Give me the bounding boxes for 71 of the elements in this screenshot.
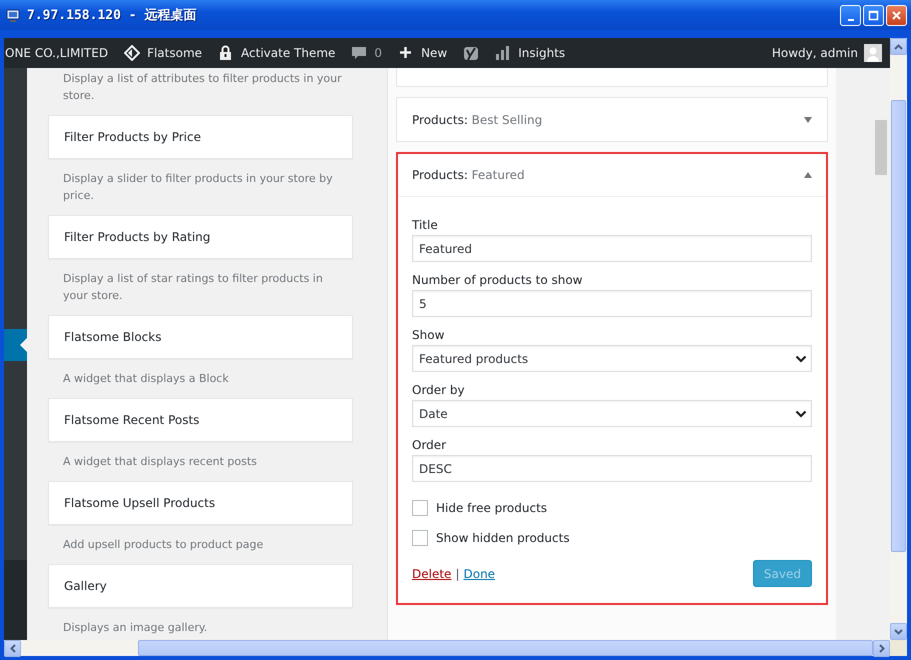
toolbar-item[interactable]: New <box>390 38 456 68</box>
toolbar-item[interactable]: 0 <box>343 38 390 68</box>
caret-icon <box>894 42 903 50</box>
scroll-right-button[interactable] <box>873 640 890 657</box>
widget-description: Add upsell products to product page <box>62 537 264 553</box>
scrollbar-thumb[interactable] <box>875 120 887 175</box>
account-menu[interactable]: Howdy, admin <box>764 38 890 68</box>
horizontal-scrollbar[interactable] <box>4 640 890 656</box>
field-label: Title <box>412 217 439 233</box>
badge-icon <box>463 45 480 61</box>
chevron-down-icon <box>795 410 807 418</box>
delete-link[interactable]: Delete <box>412 566 452 580</box>
chevron-down-icon <box>795 354 807 362</box>
window-title: 7.97.158.120 - 远程桌面 <box>27 7 198 24</box>
caret-icon[interactable] <box>804 116 812 122</box>
avatar-icon <box>864 44 882 62</box>
text-field[interactable]: Featured <box>412 235 812 262</box>
widget-card[interactable]: Flatsome Upsell Products <box>48 481 353 525</box>
toolbar-item[interactable]: Insights <box>487 38 574 68</box>
widget-description: A widget that displays a Block <box>62 371 230 387</box>
separator: | <box>455 566 460 580</box>
toolbar-item[interactable]: Flatsome <box>116 38 210 68</box>
close-icon <box>891 10 902 20</box>
checkbox-label: Hide free products <box>436 501 548 515</box>
field-label: Order <box>412 437 448 453</box>
speech-bubble-icon <box>351 45 368 61</box>
bar-chart-icon <box>495 45 512 61</box>
widget-card[interactable]: Flatsome Recent Posts <box>48 398 353 442</box>
scrollbar-thumb[interactable] <box>138 640 873 656</box>
size-grip[interactable] <box>890 640 907 656</box>
scrollbar-thumb[interactable] <box>891 100 906 552</box>
widget-card[interactable]: Flatsome Blocks <box>48 315 353 359</box>
minimize-button[interactable] <box>840 4 861 26</box>
scroll-left-button[interactable] <box>4 640 21 657</box>
caret-icon[interactable] <box>804 172 812 178</box>
vertical-scrollbar[interactable] <box>890 38 907 640</box>
minimize-icon <box>848 18 854 20</box>
close-button[interactable] <box>886 4 907 26</box>
widget-description: Display a list of star ratings to filter products in your store. <box>62 271 324 304</box>
maximize-icon <box>868 10 879 20</box>
checkbox[interactable] <box>412 530 428 546</box>
scroll-down-button[interactable] <box>890 623 907 640</box>
widget-description: A widget that displays recent posts <box>62 454 258 470</box>
caret-icon <box>8 644 16 653</box>
toolbar-item[interactable]: ONE CO.,LIMITED <box>4 38 116 68</box>
text-field[interactable]: DESC <box>412 455 812 482</box>
field-label: Number of products to show <box>412 272 584 288</box>
widget-title: Products: Best Selling <box>412 112 542 126</box>
checkbox-label: Show hidden products <box>436 531 570 545</box>
widget-description: Display a list of attributes to filter products in your store. <box>62 71 343 104</box>
done-link[interactable]: Done <box>463 566 496 580</box>
select-field[interactable]: Featured products <box>412 345 812 372</box>
widget-description: Display a slider to filter products in your store by price. <box>62 171 334 204</box>
field-label: Show <box>412 327 446 343</box>
widget-title: Products: Featured <box>412 168 525 182</box>
menu-item[interactable] <box>4 329 27 361</box>
diamond-icon <box>124 45 140 61</box>
widget-header[interactable]: Products: Best Selling <box>397 98 827 141</box>
widget-card[interactable]: Filter Products by Rating <box>48 215 353 259</box>
checkbox[interactable] <box>412 500 428 516</box>
select-field[interactable]: Date <box>412 400 812 427</box>
toolbar-item[interactable]: Activate Theme <box>210 38 344 68</box>
widget-card[interactable]: Gallery <box>48 564 353 608</box>
widget-header[interactable]: Products: Featured <box>398 154 826 197</box>
scroll-up-button[interactable] <box>890 38 907 55</box>
maximize-button[interactable] <box>863 4 884 26</box>
computer-icon <box>6 8 21 22</box>
widget-description: Displays an image gallery. <box>62 620 208 636</box>
widget-card[interactable]: Filter Products by Price <box>48 115 353 159</box>
text-field[interactable]: 5 <box>412 290 812 317</box>
field-label: Order by <box>412 382 466 398</box>
